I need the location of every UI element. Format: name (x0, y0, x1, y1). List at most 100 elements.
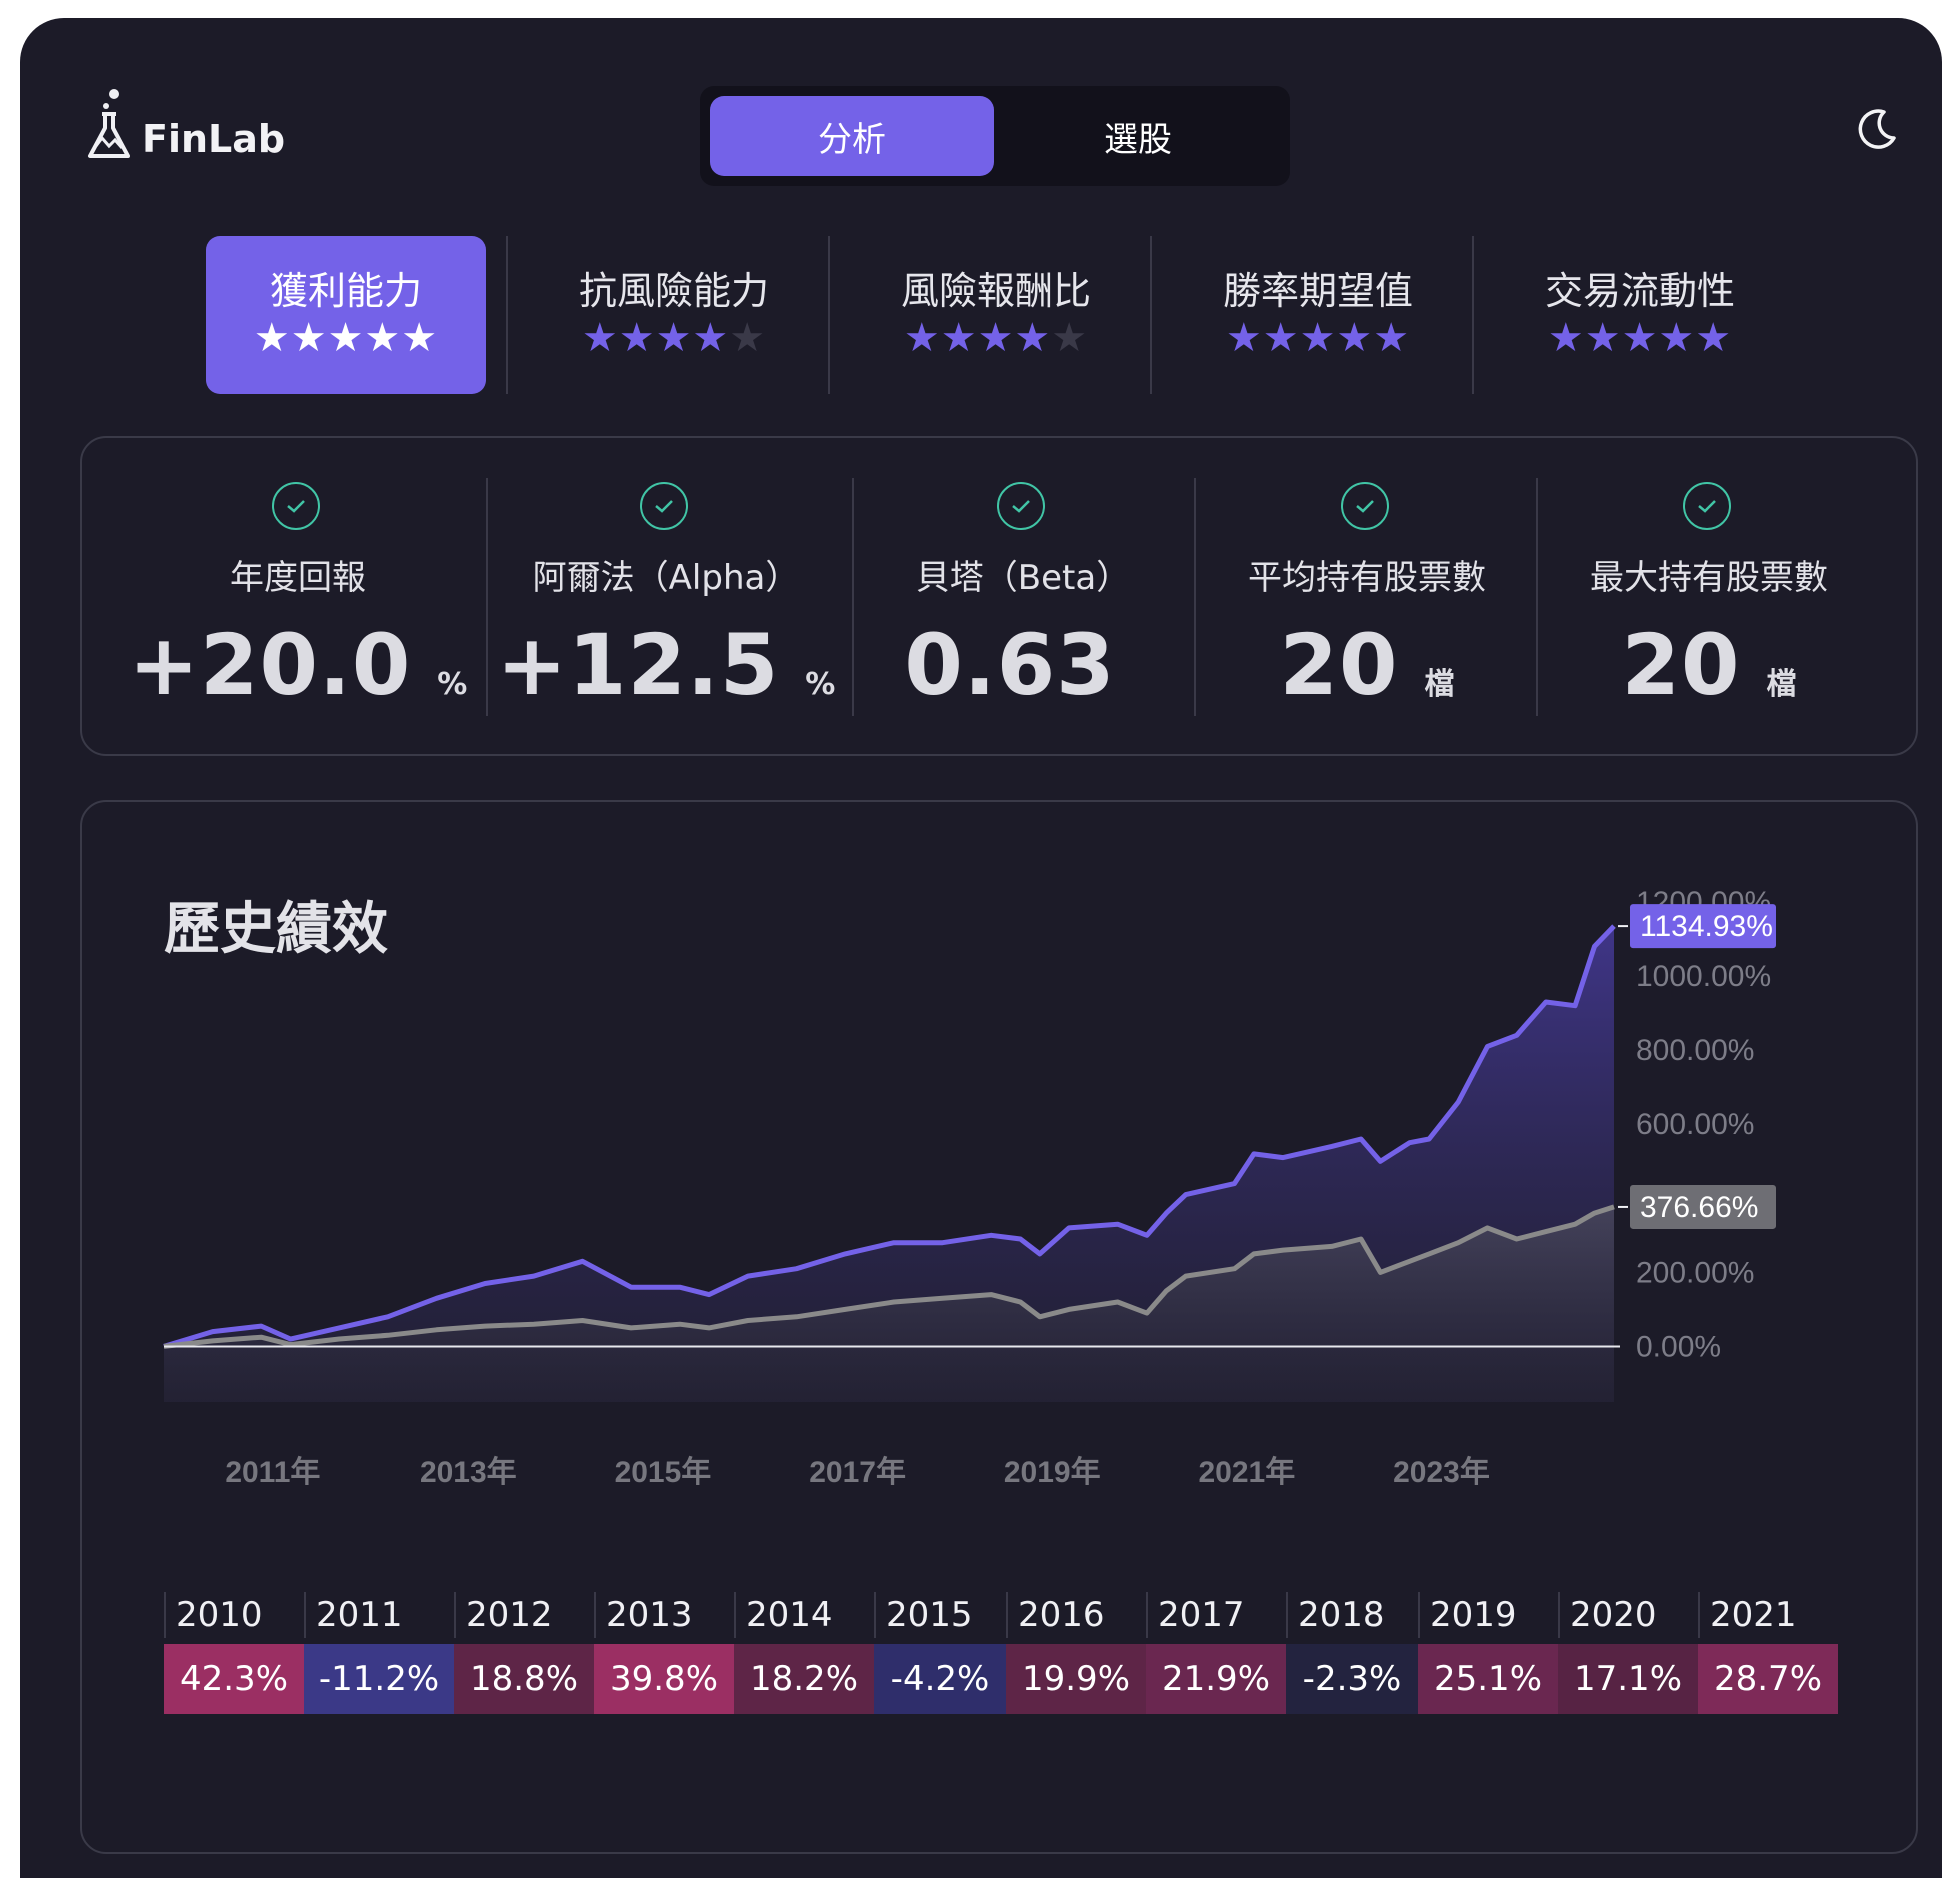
check-circle-icon (1341, 482, 1389, 530)
strategy-value-label: 1134.93% (1640, 910, 1773, 943)
metric-value: +20.0 (128, 616, 412, 714)
star-filled-icon: ★ (1547, 315, 1585, 361)
rating-tab-risk-resistance[interactable]: 抗風險能力 ★★★★★ (534, 236, 814, 394)
rating-tab-label: 勝率期望值 (1222, 269, 1413, 313)
flask-icon (88, 89, 130, 158)
metric-label: 貝塔（Beta） (915, 558, 1131, 598)
star-filled-icon: ★ (364, 315, 402, 361)
rating-tab-risk-reward[interactable]: 風險報酬比 ★★★★★ (856, 236, 1136, 394)
year-header: 2021 (1698, 1592, 1838, 1638)
metric-avg-holdings: 平均持有股票數 20 檔 (1196, 438, 1538, 754)
metric-value: 0.63 (904, 616, 1116, 714)
mode-switch: 分析 選股 (700, 86, 1290, 186)
rating-tab-label: 風險報酬比 (900, 269, 1091, 313)
tab-divider (506, 236, 508, 394)
x-tick-label: 2015年 (615, 1456, 712, 1489)
star-empty-icon: ★ (729, 315, 767, 361)
star-filled-icon: ★ (977, 315, 1015, 361)
metric-label: 年度回報 (230, 558, 366, 598)
star-empty-icon: ★ (1051, 315, 1089, 361)
year-return-cell: 17.1% (1558, 1644, 1698, 1714)
year-return-cell: -4.2% (874, 1644, 1006, 1714)
brand-logo[interactable]: FinLab (86, 88, 285, 160)
star-filled-icon: ★ (1336, 315, 1374, 361)
x-tick-label: 2021年 (1198, 1456, 1295, 1489)
metric-unit: 檔 (1424, 667, 1455, 702)
check-circle-icon (272, 482, 320, 530)
metric-unit: % (805, 667, 836, 702)
star-rating: ★★★★★ (1178, 318, 1458, 358)
year-return-cell: -2.3% (1286, 1644, 1418, 1714)
year-return-cell: 25.1% (1418, 1644, 1558, 1714)
check-circle-icon (640, 482, 688, 530)
x-tick-label: 2017年 (809, 1456, 906, 1489)
rating-tab-label: 獲利能力 (269, 269, 422, 313)
metric-unit: % (437, 667, 468, 702)
tab-divider (1472, 236, 1474, 394)
app-window: FinLab 分析 選股 獲利能力 ★★★★★ 抗風險能力 ★★★★★ 風險報酬… (20, 18, 1942, 1878)
metric-label: 平均持有股票數 (1248, 558, 1486, 598)
metric-max-holdings: 最大持有股票數 20 檔 (1538, 438, 1880, 754)
year-header: 2011 (304, 1592, 454, 1638)
check-circle-icon (997, 482, 1045, 530)
star-filled-icon: ★ (1584, 315, 1622, 361)
metric-annual-return: 年度回報 +20.0% (122, 438, 474, 754)
tab-divider (1150, 236, 1152, 394)
year-return-cell: 21.9% (1146, 1644, 1286, 1714)
rating-tab-label: 交易流動性 (1544, 269, 1735, 313)
y-tick-label: 200.00% (1636, 1256, 1754, 1289)
moon-icon[interactable] (1854, 106, 1900, 152)
star-rating: ★★★★★ (1500, 318, 1780, 358)
star-filled-icon: ★ (1262, 315, 1300, 361)
x-tick-label: 2013年 (420, 1456, 517, 1489)
year-header: 2018 (1286, 1592, 1418, 1638)
metric-value: 20 (1621, 616, 1741, 714)
year-return-cell: 39.8% (594, 1644, 734, 1714)
metric-alpha: 阿爾法（Alpha） +12.5% (488, 438, 844, 754)
star-filled-icon: ★ (1299, 315, 1337, 361)
tab-stock-picking[interactable]: 選股 (996, 96, 1280, 176)
year-return-cell: 18.2% (734, 1644, 874, 1714)
rating-tab-label: 抗風險能力 (578, 269, 769, 313)
year-header: 2013 (594, 1592, 734, 1638)
year-return-cell: 42.3% (164, 1644, 304, 1714)
star-filled-icon: ★ (401, 315, 439, 361)
star-filled-icon: ★ (581, 315, 619, 361)
star-filled-icon: ★ (655, 315, 693, 361)
year-return-cell: 28.7% (1698, 1644, 1838, 1714)
metric-label: 最大持有股票數 (1590, 558, 1828, 598)
x-tick-label: 2011年 (225, 1456, 320, 1489)
y-tick-label: 1000.00% (1636, 960, 1771, 993)
star-filled-icon: ★ (1014, 315, 1052, 361)
tab-divider (828, 236, 830, 394)
year-header: 2019 (1418, 1592, 1558, 1638)
star-rating: ★★★★★ (206, 318, 486, 358)
year-header: 2015 (874, 1592, 1006, 1638)
history-title: 歷史績效 (164, 897, 388, 962)
y-tick-label: 0.00% (1636, 1330, 1721, 1363)
metric-value: 20 (1279, 616, 1399, 714)
rating-tab-win-rate[interactable]: 勝率期望值 ★★★★★ (1178, 236, 1458, 394)
rating-tab-liquidity[interactable]: 交易流動性 ★★★★★ (1500, 236, 1780, 394)
rating-tab-profitability[interactable]: 獲利能力 ★★★★★ (206, 236, 486, 394)
star-filled-icon: ★ (1621, 315, 1659, 361)
metric-value: +12.5 (496, 616, 780, 714)
star-filled-icon: ★ (1695, 315, 1733, 361)
metric-beta: 貝塔（Beta） 0.63 (854, 438, 1192, 754)
metric-label: 阿爾法（Alpha） (532, 558, 800, 598)
star-filled-icon: ★ (1373, 315, 1411, 361)
metric-unit: 檔 (1766, 667, 1797, 702)
star-filled-icon: ★ (618, 315, 656, 361)
year-return-cell: 19.9% (1006, 1644, 1146, 1714)
star-filled-icon: ★ (290, 315, 328, 361)
star-filled-icon: ★ (940, 315, 978, 361)
year-header: 2017 (1146, 1592, 1286, 1638)
tab-analysis[interactable]: 分析 (710, 96, 994, 176)
x-tick-label: 2019年 (1004, 1456, 1101, 1489)
star-filled-icon: ★ (253, 315, 291, 361)
year-header: 2014 (734, 1592, 874, 1638)
year-header: 2010 (164, 1592, 304, 1638)
star-filled-icon: ★ (1225, 315, 1263, 361)
benchmark-value-label: 376.66% (1640, 1191, 1758, 1224)
year-header: 2020 (1558, 1592, 1698, 1638)
